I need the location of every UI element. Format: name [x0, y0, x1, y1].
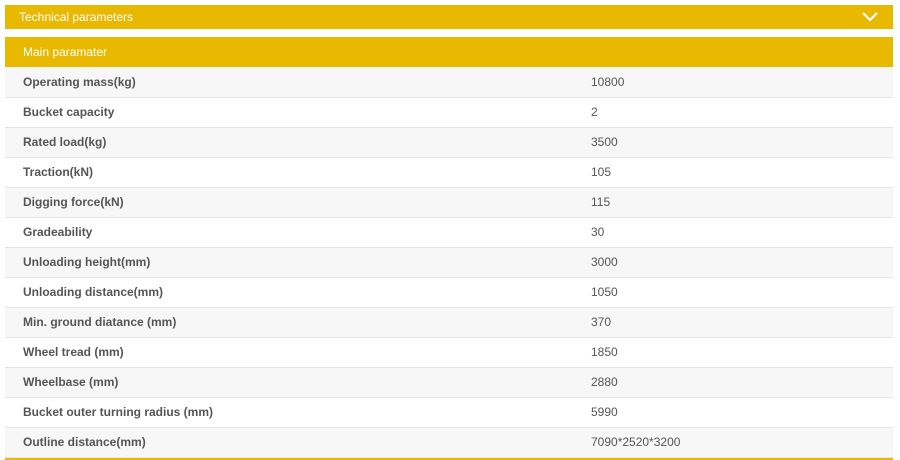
accordion-title: Technical parameters — [19, 10, 134, 24]
param-value: 1850 — [590, 337, 893, 368]
param-value: 30 — [590, 217, 893, 248]
param-label: Bucket outer turning radius (mm) — [5, 397, 590, 428]
param-label: Rated load(kg) — [5, 127, 590, 158]
param-value: 105 — [590, 157, 893, 188]
bottom-accent-bar — [5, 457, 893, 460]
param-label: Bucket capacity — [5, 97, 590, 128]
table-row: Min. ground diatance (mm) 370 — [5, 307, 893, 338]
param-value: 370 — [590, 307, 893, 338]
param-value: 2880 — [590, 367, 893, 398]
param-label: Digging force(kN) — [5, 187, 590, 218]
param-label: Unloading height(mm) — [5, 247, 590, 278]
section-title: Main paramater — [23, 45, 108, 59]
param-label: Unloading distance(mm) — [5, 277, 590, 308]
param-label: Min. ground diatance (mm) — [5, 307, 590, 338]
parameters-table: Operating mass(kg) 10800 Bucket capacity… — [5, 67, 893, 458]
chevron-down-icon[interactable] — [861, 11, 879, 23]
param-value: 3000 — [590, 247, 893, 278]
table-row: Operating mass(kg) 10800 — [5, 67, 893, 98]
table-row: Unloading height(mm) 3000 — [5, 247, 893, 278]
param-label: Wheelbase (mm) — [5, 367, 590, 398]
param-label: Outline distance(mm) — [5, 427, 590, 458]
table-row: Traction(kN) 105 — [5, 157, 893, 188]
table-row: Wheelbase (mm) 2880 — [5, 367, 893, 398]
param-label: Wheel tread (mm) — [5, 337, 590, 368]
param-value: 115 — [590, 187, 893, 218]
section-header: Main paramater — [5, 37, 893, 67]
table-row: Digging force(kN) 115 — [5, 187, 893, 218]
param-value: 5990 — [590, 397, 893, 428]
table-row: Gradeability 30 — [5, 217, 893, 248]
technical-parameters-header[interactable]: Technical parameters — [5, 5, 893, 29]
table-row: Bucket capacity 2 — [5, 97, 893, 128]
param-value: 2 — [590, 97, 893, 128]
table-row: Unloading distance(mm) 1050 — [5, 277, 893, 308]
technical-parameters-panel: Main paramater Operating mass(kg) 10800 … — [5, 37, 893, 460]
table-row: Outline distance(mm) 7090*2520*3200 — [5, 427, 893, 458]
param-value: 3500 — [590, 127, 893, 158]
param-value: 1050 — [590, 277, 893, 308]
table-row: Rated load(kg) 3500 — [5, 127, 893, 158]
param-value: 7090*2520*3200 — [590, 427, 893, 458]
param-label: Gradeability — [5, 217, 590, 248]
param-label: Traction(kN) — [5, 157, 590, 188]
table-row: Wheel tread (mm) 1850 — [5, 337, 893, 368]
table-row: Bucket outer turning radius (mm) 5990 — [5, 397, 893, 428]
param-value: 10800 — [590, 67, 893, 98]
param-label: Operating mass(kg) — [5, 67, 590, 98]
